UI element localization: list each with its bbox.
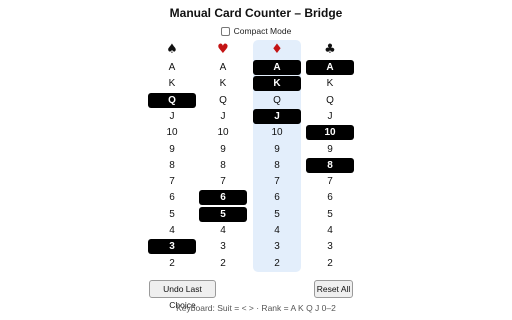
clubs-rank-6[interactable]: 6 xyxy=(306,190,354,205)
spades-rank-k[interactable]: K xyxy=(148,76,196,91)
spades-rank-q[interactable]: Q xyxy=(148,92,196,108)
diamonds-rank-4[interactable]: 4 xyxy=(253,223,301,238)
diamonds-rank-j[interactable]: J xyxy=(253,108,301,124)
page-title: Manual Card Counter – Bridge xyxy=(169,6,343,20)
hearts-rank-k[interactable]: K xyxy=(199,76,247,91)
diamonds-rank-8[interactable]: 8 xyxy=(253,158,301,173)
hearts-rank-5[interactable]: 5 xyxy=(199,206,247,222)
spades-rank-5[interactable]: 5 xyxy=(148,207,196,222)
keyboard-hint: Keyboard: Suit = < > · Rank = A K Q J 0–… xyxy=(176,303,336,313)
diamonds-rank-2[interactable]: 2 xyxy=(253,256,301,271)
hearts-rank-j[interactable]: J xyxy=(199,109,247,124)
reset-all-button[interactable]: Reset All xyxy=(314,280,353,298)
hearts-rank-9[interactable]: 9 xyxy=(199,142,247,157)
clubs-rank-4[interactable]: 4 xyxy=(306,223,354,238)
diamonds-suit-icon[interactable]: ♦ xyxy=(253,42,301,58)
diamonds-rank-3[interactable]: 3 xyxy=(253,239,301,254)
clubs-rank-2[interactable]: 2 xyxy=(306,256,354,271)
clubs-rank-8[interactable]: 8 xyxy=(306,157,354,173)
diamonds-rank-6[interactable]: 6 xyxy=(253,190,301,205)
clubs-rank-j[interactable]: J xyxy=(306,109,354,124)
hearts-suit-icon[interactable]: ♥ xyxy=(199,42,247,58)
clubs-rank-k[interactable]: K xyxy=(306,76,354,91)
column-spades: ♠ A K Q J 10 9 8 7 6 5 4 3 2 xyxy=(148,40,196,272)
hearts-rank-3[interactable]: 3 xyxy=(199,239,247,254)
clubs-suit-icon[interactable]: ♣ xyxy=(306,42,354,58)
hearts-rank-2[interactable]: 2 xyxy=(199,256,247,271)
clubs-rank-7[interactable]: 7 xyxy=(306,174,354,189)
spades-rank-j[interactable]: J xyxy=(148,109,196,124)
compact-mode-checkbox[interactable] xyxy=(220,26,230,36)
diamonds-rank-10[interactable]: 10 xyxy=(253,125,301,140)
diamonds-rank-q[interactable]: Q xyxy=(253,93,301,108)
spades-rank-9[interactable]: 9 xyxy=(148,142,196,157)
hearts-rank-a[interactable]: A xyxy=(199,60,247,75)
undo-last-choice-button[interactable]: Undo Last Choice xyxy=(149,280,216,310)
spades-rank-2[interactable]: 2 xyxy=(148,256,196,271)
spades-rank-3[interactable]: 3 xyxy=(148,239,196,255)
column-clubs: ♣ A K Q J 10 9 8 7 6 5 4 3 2 xyxy=(306,40,354,272)
hearts-rank-10[interactable]: 10 xyxy=(199,125,247,140)
spades-rank-4[interactable]: 4 xyxy=(148,223,196,238)
hearts-rank-8[interactable]: 8 xyxy=(199,158,247,173)
column-diamonds: ♦ A K Q J 10 9 8 7 6 5 4 3 2 xyxy=(253,40,301,272)
spades-suit-icon[interactable]: ♠ xyxy=(148,42,196,58)
diamonds-rank-7[interactable]: 7 xyxy=(253,174,301,189)
diamonds-rank-k[interactable]: K xyxy=(253,76,301,92)
diamonds-rank-9[interactable]: 9 xyxy=(253,142,301,157)
clubs-rank-a[interactable]: A xyxy=(306,60,354,75)
compact-mode-toggle[interactable]: Compact Mode xyxy=(0,26,512,36)
spades-rank-7[interactable]: 7 xyxy=(148,174,196,189)
clubs-rank-3[interactable]: 3 xyxy=(306,239,354,254)
column-hearts: ♥ A K Q J 10 9 8 7 6 5 4 3 2 xyxy=(199,40,247,272)
clubs-rank-5[interactable]: 5 xyxy=(306,207,354,222)
compact-mode-label: Compact Mode xyxy=(233,26,292,36)
spades-rank-8[interactable]: 8 xyxy=(148,158,196,173)
hearts-rank-4[interactable]: 4 xyxy=(199,223,247,238)
clubs-rank-10[interactable]: 10 xyxy=(306,125,354,141)
spades-rank-6[interactable]: 6 xyxy=(148,190,196,205)
spades-rank-a[interactable]: A xyxy=(148,60,196,75)
clubs-rank-q[interactable]: Q xyxy=(306,93,354,108)
hearts-rank-6[interactable]: 6 xyxy=(199,190,247,206)
hearts-rank-7[interactable]: 7 xyxy=(199,174,247,189)
hearts-rank-q[interactable]: Q xyxy=(199,93,247,108)
clubs-rank-9[interactable]: 9 xyxy=(306,142,354,157)
spades-rank-10[interactable]: 10 xyxy=(148,125,196,140)
diamonds-rank-a[interactable]: A xyxy=(253,60,301,75)
diamonds-rank-5[interactable]: 5 xyxy=(253,207,301,222)
